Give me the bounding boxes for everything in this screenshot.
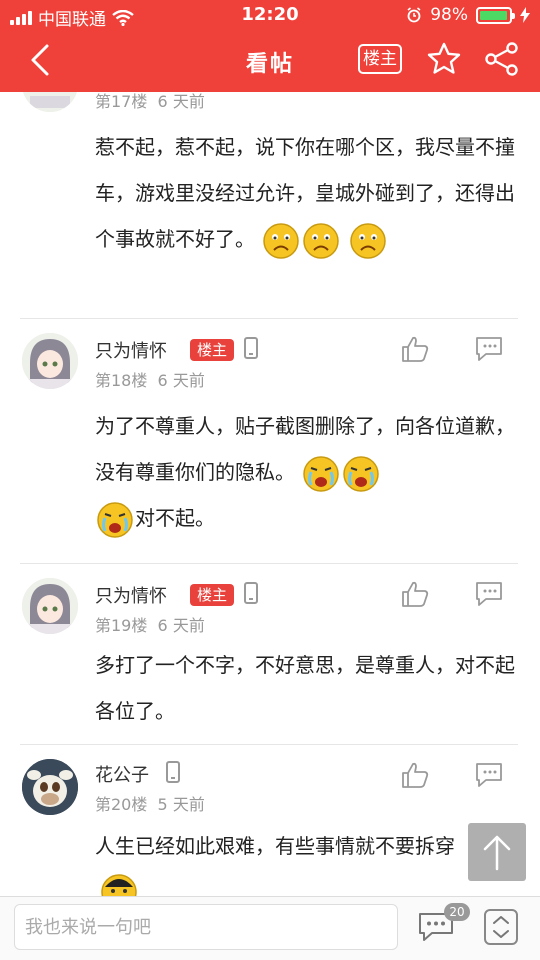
back-button[interactable] [22,40,62,80]
sad-emoji-icon [349,222,386,259]
op-badge: 楼主 [190,339,234,361]
sad-emoji-icon [303,222,340,259]
mobile-client-icon [244,582,258,604]
share-icon [485,42,518,76]
post-time: 6 天前 [157,616,205,635]
only-op-button[interactable]: 楼主 [358,44,402,74]
floor-time: 第18楼 6 天前 [95,367,205,391]
floor-time: 第20楼 5 天前 [95,791,205,815]
bottom-reply-bar: 20 [0,896,540,960]
floor-time: 第19楼 6 天前 [95,612,205,636]
like-icon[interactable] [400,580,430,608]
comment-icon[interactable] [474,580,504,608]
crying-emoji-icon [303,455,340,492]
comment-icon[interactable] [474,761,504,789]
sad-emoji-icon [263,222,300,259]
reply-item: 花公子 第20楼 5 天前 人生已经如此艰难，有些事情就不要拆穿 [0,745,540,896]
crying-emoji-icon [343,455,380,492]
reply-item: 只为情怀 楼主 第18楼 6 天前 为了不尊重人，贴子截图删除了，向各位道歉，没… [0,319,540,563]
app-header: 中国联通 12:20 98% 看帖 楼主 [0,0,540,92]
scroll-to-top-button[interactable] [468,823,526,881]
avatar[interactable] [22,333,78,389]
emoji-icon [101,874,137,896]
navigation-bar: 看帖 楼主 [0,30,540,92]
op-badge: 楼主 [190,584,234,606]
battery-icon [476,6,515,24]
reply-list: 第17楼 6 天前 惹不起，惹不起，说下你在哪个区，我尽量不撞车，游戏里没经过允… [0,92,540,896]
username[interactable]: 花公子 [95,761,149,787]
floor-number: 第20楼 [95,795,148,814]
mobile-client-icon [166,761,180,783]
avatar[interactable] [22,92,78,112]
username[interactable]: 只为情怀 [95,582,167,608]
reply-content: 人生已经如此艰难，有些事情就不要拆穿 [95,823,525,869]
reply-text: 多打了一个不字，不好意思，是尊重人，对不起各位了。 [95,653,515,723]
favorite-button[interactable] [426,41,462,77]
alarm-icon [407,7,421,23]
charging-icon [520,7,530,23]
reply-item: 只为情怀 楼主 第19楼 6 天前 多打了一个不字，不好意思，是尊重人，对不起各… [0,564,540,744]
battery-percent: 98% [430,5,468,25]
floor-number: 第17楼 [95,92,148,111]
post-time: 6 天前 [157,371,205,390]
reply-content: 多打了一个不字，不好意思，是尊重人，对不起各位了。 [95,642,515,734]
username[interactable]: 只为情怀 [95,337,167,363]
mobile-client-icon [244,337,258,359]
like-icon[interactable] [400,335,430,363]
floor-number: 第19楼 [95,616,148,635]
reply-content: 惹不起，惹不起，说下你在哪个区，我尽量不撞车，游戏里没经过允许，皇城外碰到了，还… [95,124,515,262]
comment-count-badge: 20 [444,903,470,921]
post-time: 5 天前 [157,795,205,814]
reply-text: 人生已经如此艰难，有些事情就不要拆穿 [95,834,455,858]
status-bar: 中国联通 12:20 98% [0,0,540,30]
star-icon [427,42,461,74]
floor-number: 第18楼 [95,371,148,390]
avatar[interactable] [22,578,78,634]
crying-emoji-icon [97,501,133,538]
floor-time: 第17楼 6 天前 [95,92,205,112]
page-navigation-button[interactable] [484,909,518,945]
like-icon[interactable] [400,761,430,789]
reply-text-suffix: 对不起。 [135,506,215,530]
post-time: 6 天前 [157,92,205,111]
share-button[interactable] [484,41,520,77]
arrow-up-icon [483,835,511,871]
reply-content: 为了不尊重人，贴子截图删除了，向各位道歉，没有尊重你们的隐私。 对不起。 [95,403,515,541]
reply-input[interactable] [14,904,398,950]
avatar[interactable] [22,759,78,815]
reply-item: 第17楼 6 天前 惹不起，惹不起，说下你在哪个区，我尽量不撞车，游戏里没经过允… [0,92,540,318]
back-icon [31,44,49,76]
comment-icon[interactable] [474,335,504,363]
chevron-up-down-icon [493,916,509,938]
status-right: 98% [406,5,530,25]
